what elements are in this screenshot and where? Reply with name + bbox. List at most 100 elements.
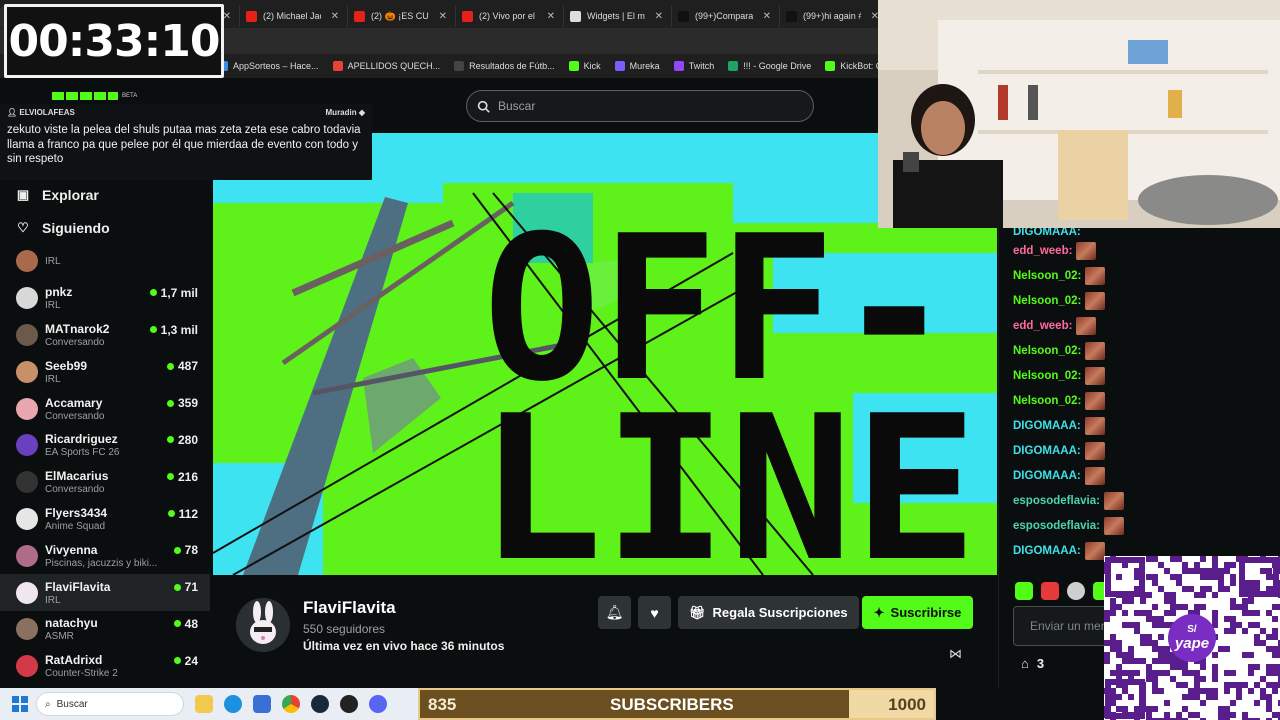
bookmark-label: AppSorteos – Hace... [233,61,319,71]
sidebar-channel-item[interactable]: Accamary Conversando 359 [0,390,210,427]
qr-module [1146,640,1152,646]
live-dot-icon [173,583,181,591]
chat-message-partial: DIGOMAAA: [999,228,1280,238]
channel-avatar[interactable] [236,598,290,652]
sidebar-channel-item[interactable]: pnkz IRL 1,7 mil [0,280,210,317]
share-icon[interactable]: ⋈ [949,646,962,662]
store-icon[interactable]: ⌂ [1021,656,1029,671]
emote-icon[interactable] [1041,582,1059,600]
qr-module [1212,568,1218,574]
qr-module [1212,556,1218,562]
sidebar-channel-item[interactable]: IRL [0,243,210,280]
chrome-icon[interactable] [282,695,300,713]
emote-icon[interactable] [1015,582,1033,600]
bookmark-item[interactable]: Mureka [614,61,660,71]
close-icon[interactable]: ✕ [331,11,339,22]
kick-logo[interactable]: BETA [52,92,137,100]
qr-module [1266,574,1272,580]
qr-module [1182,586,1188,592]
qr-module [1116,664,1122,670]
steam-icon[interactable] [311,695,329,713]
sidebar-channel-item[interactable]: Seeb99 IRL 487 [0,353,210,390]
bookmark-item[interactable]: APELLIDOS QUECH... [332,61,440,71]
bookmark-item[interactable]: Kick [568,61,601,71]
bookmark-item[interactable]: !!! - Google Drive [728,61,811,71]
emote-icon[interactable] [1067,582,1085,600]
close-icon[interactable]: ✕ [439,11,447,22]
browser-tab[interactable]: (2) 🎃 ¡ES CUPIDO ✕ [348,5,456,27]
gift-subs-button[interactable]: 🎁︎ Regala Suscripciones [678,596,859,629]
chat-username[interactable]: DIGOMAAA: [1013,545,1081,557]
chat-username[interactable]: DIGOMAAA: [1013,470,1081,482]
sidebar-channel-item[interactable]: MATnarok2 Conversando 1,3 mil [0,317,210,354]
browser-tab[interactable]: (99+)Comparació ✕ [672,5,780,27]
bookmark-item[interactable]: AppSorteos – Hace... [218,61,319,71]
qr-module [1230,622,1236,628]
sidebar-channel-item[interactable]: FlaviFlavita IRL 71 [0,574,210,611]
bookmark-item[interactable]: Resultados de Fútb... [454,61,555,71]
sub-goal-label: SUBSCRIBERS [610,695,734,714]
nav-explore[interactable]: ▣ Explorar [0,178,210,211]
chat-username[interactable]: edd_weeb: [1013,245,1072,257]
file-explorer-icon[interactable] [195,695,213,713]
nav-following-label: Siguiendo [42,219,110,236]
subscribe-button[interactable]: ✦ Suscribirse [862,596,973,629]
qr-module [1110,604,1116,610]
viewer-count: 112 [178,506,198,521]
chat-username[interactable]: Nelsoon_02: [1013,395,1081,407]
avatar [16,581,38,604]
browser-tab[interactable]: (2) Vivo por el Str ✕ [456,5,564,27]
browser-tab[interactable]: Widgets | El mejo ✕ [564,5,672,27]
chat-username[interactable]: esposodeflavia: [1013,495,1100,507]
qr-module [1182,568,1188,574]
browser-tab[interactable]: (2) Michael Jacks ✕ [240,5,348,27]
close-icon[interactable]: ✕ [655,11,663,22]
follow-button[interactable]: ♥ [638,596,671,629]
qr-module [1212,610,1218,616]
qr-module [1152,580,1158,586]
edge-icon[interactable] [224,695,242,713]
chat-username[interactable]: Nelsoon_02: [1013,295,1081,307]
close-icon[interactable]: ✕ [763,11,771,22]
taskbar-search[interactable]: ⌕ Buscar [36,692,184,716]
qr-module [1266,634,1272,640]
obs-icon[interactable] [340,695,358,713]
screen: Stream - Kick Dashb✕FlaviFlavita Stream✕… [0,0,1280,720]
channel-item-name: RatAdrixd [45,653,103,668]
channel-name[interactable]: FlaviFlavita [303,598,396,618]
search-input[interactable]: Buscar [466,90,814,122]
nav-following[interactable]: ♡ Siguiendo [0,211,210,244]
qr-module [1158,658,1164,664]
bookmark-item[interactable]: Twitch [673,61,714,71]
sidebar-channel-item[interactable]: Ricardriguez EA Sports FC 26 280 [0,427,210,464]
sidebar-channel-item[interactable]: Vivyenna Piscinas, jacuzzis y biki... 78 [0,537,210,574]
qr-module [1254,700,1260,706]
sidebar-channel-item[interactable]: natachyu ASMR 48 [0,611,210,648]
sidebar-channel-item[interactable]: ElMacarius Conversando 216 [0,464,210,501]
chat-username[interactable]: Nelsoon_02: [1013,370,1081,382]
chat-username[interactable]: edd_weeb: [1013,320,1072,332]
sidebar-channel-item[interactable]: Flyers3434 Anime Squad 112 [0,501,210,538]
tab-favicon-icon [354,10,365,22]
qr-module [1110,646,1116,652]
qr-module [1188,670,1194,676]
chat-username[interactable]: esposodeflavia: [1013,520,1100,532]
discord-icon[interactable] [369,695,387,713]
emote-icon [1076,316,1097,335]
chat-username[interactable]: DIGOMAAA: [1013,420,1081,432]
store-icon[interactable] [253,695,271,713]
chat-username[interactable]: Nelsoon_02: [1013,345,1081,357]
chat-username[interactable]: Nelsoon_02: [1013,270,1081,282]
qr-module [1224,586,1230,592]
sidebar-channel-item[interactable]: RatAdrixd Counter-Strike 2 24 [0,648,210,683]
close-icon[interactable]: ✕ [547,11,555,22]
qr-module [1200,664,1206,670]
notification-bell-button[interactable]: 🔔︎ [598,596,631,629]
chat-username[interactable]: DIGOMAAA: [1013,228,1081,238]
browser-tab[interactable]: (99+)hi again # ✕ [780,5,880,27]
windows-start-icon[interactable] [12,696,28,712]
subscriber-goal-bar: 835 SUBSCRIBERS 1000 [418,688,936,720]
sub-goal-target: 1000 [888,695,926,714]
chat-username[interactable]: DIGOMAAA: [1013,445,1081,457]
qr-module [1140,658,1146,664]
